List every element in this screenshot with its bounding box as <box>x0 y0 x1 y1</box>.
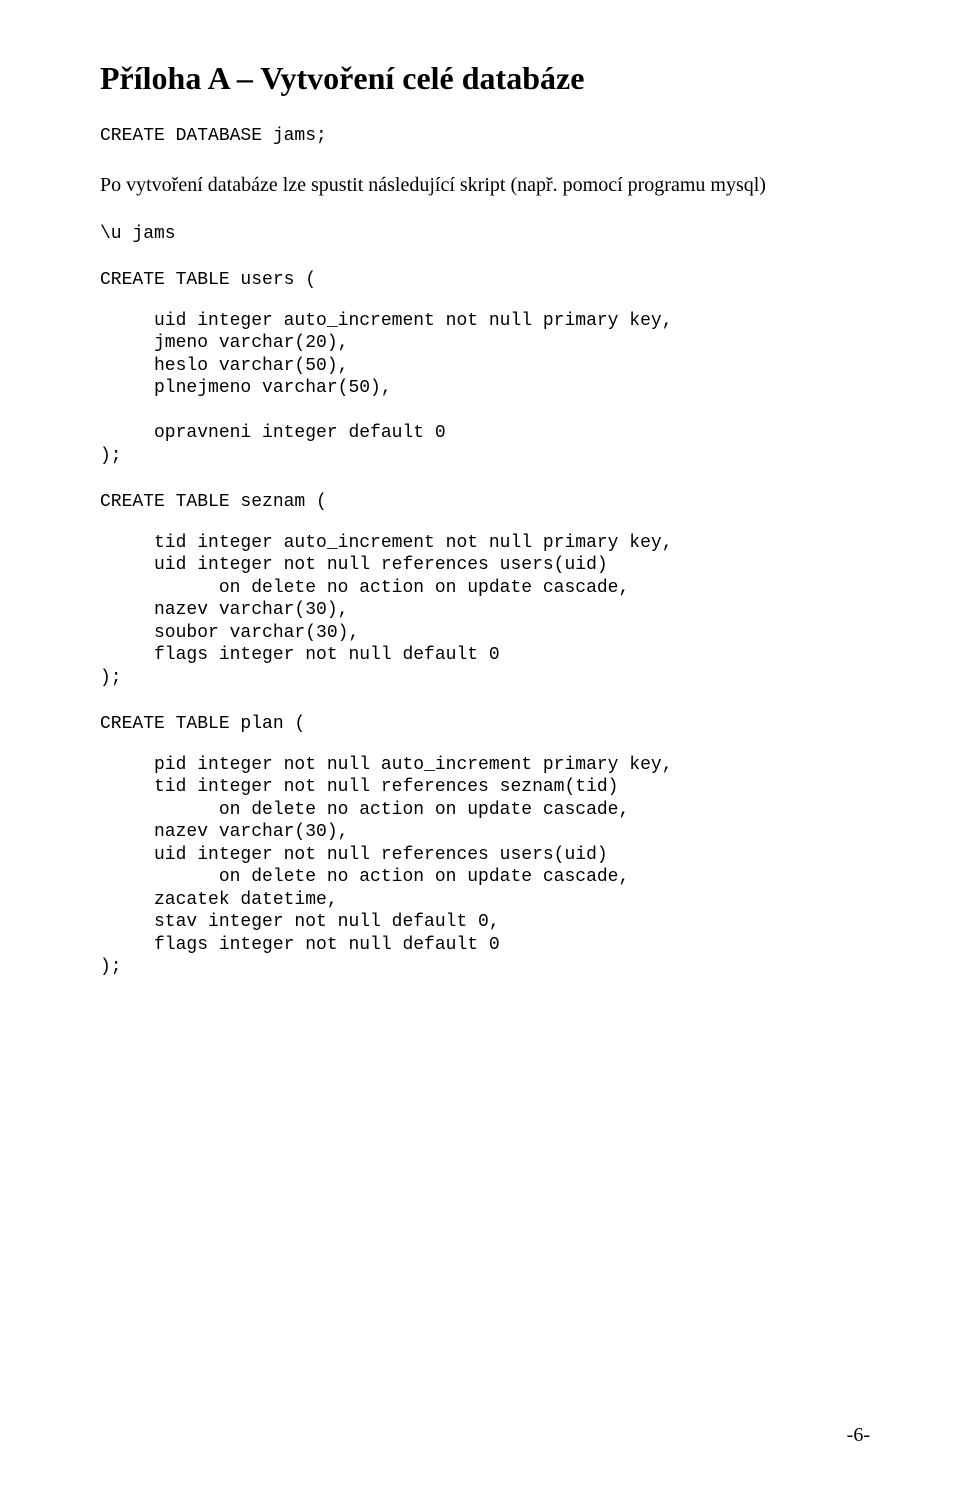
sql-create-plan-head: CREATE TABLE plan ( <box>100 713 870 736</box>
sql-create-seznam-body: tid integer auto_increment not null prim… <box>100 532 870 690</box>
sql-create-database: CREATE DATABASE jams; <box>100 125 870 148</box>
page-heading: Příloha A – Vytvoření celé databáze <box>100 60 870 97</box>
sql-create-users-head: CREATE TABLE users ( <box>100 269 870 292</box>
sql-create-plan-body: pid integer not null auto_increment prim… <box>100 754 870 979</box>
sql-create-users-body: uid integer auto_increment not null prim… <box>100 310 870 468</box>
sql-create-seznam-head: CREATE TABLE seznam ( <box>100 491 870 514</box>
sql-use-db: \u jams <box>100 223 870 246</box>
intro-paragraph: Po vytvoření databáze lze spustit násled… <box>100 172 870 199</box>
page-number: -6- <box>847 1424 870 1447</box>
